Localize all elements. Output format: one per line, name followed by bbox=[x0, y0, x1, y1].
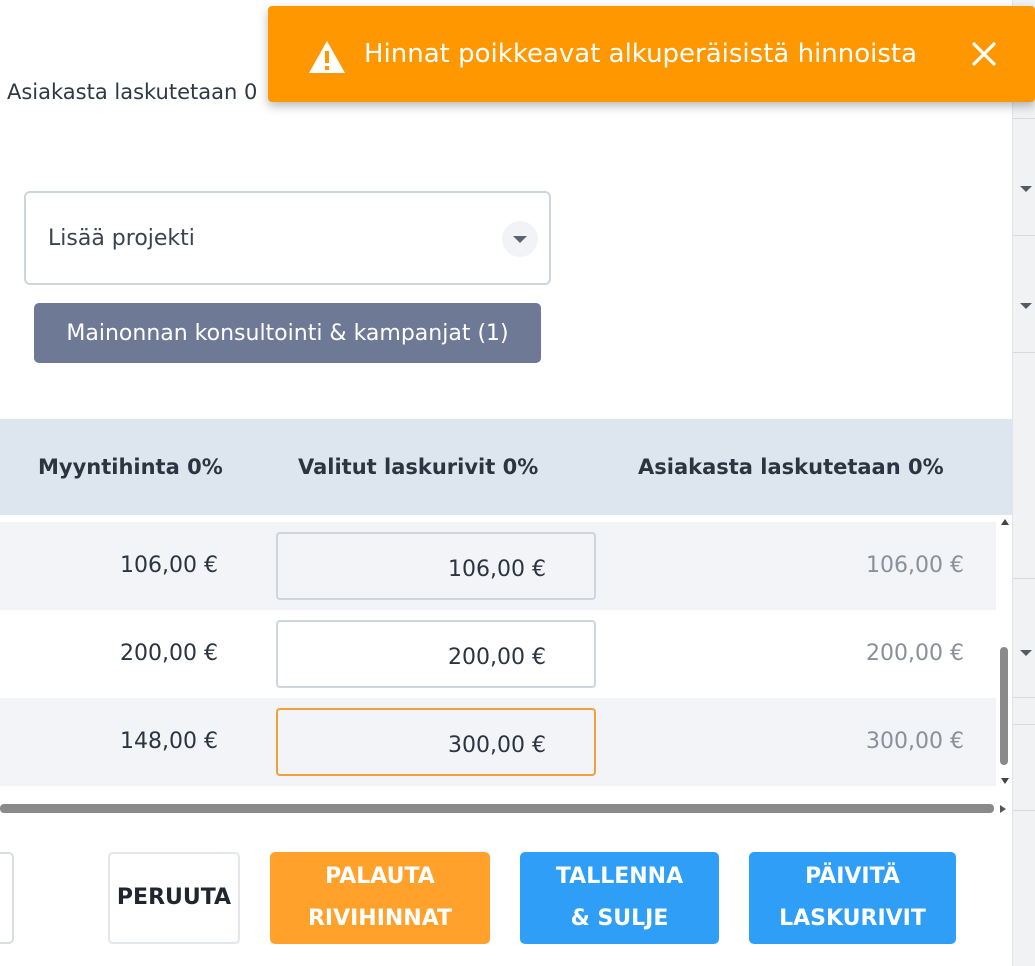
divider bbox=[1013, 724, 1035, 725]
vertical-scrollbar[interactable] bbox=[997, 515, 1012, 790]
cancel-button[interactable]: PERUUTA bbox=[108, 852, 240, 944]
scroll-down-arrow-icon[interactable] bbox=[1001, 778, 1009, 784]
chevron-down-icon[interactable] bbox=[1020, 650, 1032, 656]
project-chip[interactable]: Mainonnan konsultointi & kampanjat (1) bbox=[34, 303, 541, 363]
column-header-sale-price[interactable]: Myyntihinta 0% bbox=[38, 455, 223, 479]
divider bbox=[1013, 352, 1035, 353]
divider bbox=[1013, 810, 1035, 811]
background-page-edge bbox=[1012, 0, 1035, 966]
toast-message: Hinnat poikkeavat alkuperäisistä hinnois… bbox=[364, 39, 918, 69]
divider bbox=[1013, 235, 1035, 236]
divider bbox=[1013, 578, 1035, 579]
chevron-down-icon[interactable] bbox=[1020, 303, 1032, 309]
table-row: 106,00 € 106,00 € 106,00 € bbox=[0, 522, 996, 610]
chevron-down-icon[interactable] bbox=[1020, 186, 1032, 192]
table-header: Myyntihinta 0% Valitut laskurivit 0% Asi… bbox=[0, 419, 1012, 515]
selected-amount-value: 200,00 € bbox=[448, 645, 546, 670]
scroll-right-arrow-icon[interactable] bbox=[1000, 805, 1006, 813]
divider bbox=[1013, 697, 1035, 698]
selected-amount-input[interactable]: 300,00 € bbox=[276, 708, 596, 776]
invoice-summary-text: Asiakasta laskutetaan 0 bbox=[7, 80, 258, 104]
billed-amount-cell: 106,00 € bbox=[866, 553, 964, 578]
horizontal-scroll-thumb[interactable] bbox=[0, 804, 994, 813]
column-header-selected-rows[interactable]: Valitut laskurivit 0% bbox=[298, 455, 538, 479]
update-invoice-rows-button[interactable]: PÄIVITÄ LASKURIVIT bbox=[749, 852, 956, 944]
selected-amount-value: 106,00 € bbox=[448, 557, 546, 582]
horizontal-scrollbar[interactable] bbox=[0, 801, 1012, 816]
warning-toast: Hinnat poikkeavat alkuperäisistä hinnois… bbox=[268, 6, 1035, 102]
sale-price-cell: 106,00 € bbox=[120, 553, 218, 578]
selected-amount-input[interactable]: 200,00 € bbox=[276, 620, 596, 688]
table-row: 200,00 € 200,00 € 200,00 € bbox=[0, 610, 996, 698]
save-and-close-button[interactable]: TALLENNA & SULJE bbox=[520, 852, 719, 944]
chevron-down-icon[interactable] bbox=[502, 221, 538, 257]
sale-price-cell: 148,00 € bbox=[120, 729, 218, 754]
partial-button[interactable] bbox=[0, 852, 14, 944]
billed-amount-cell: 200,00 € bbox=[866, 641, 964, 666]
table-body: 106,00 € 106,00 € 106,00 € 200,00 € 200,… bbox=[0, 522, 996, 786]
vertical-scroll-thumb[interactable] bbox=[1000, 647, 1008, 765]
selected-amount-value: 300,00 € bbox=[448, 733, 546, 758]
divider bbox=[1013, 118, 1035, 119]
billed-amount-cell: 300,00 € bbox=[866, 729, 964, 754]
table-row: 148,00 € 300,00 € 300,00 € bbox=[0, 698, 996, 786]
scroll-up-arrow-icon[interactable] bbox=[1001, 519, 1009, 525]
add-project-select[interactable]: Lisää projekti bbox=[24, 191, 551, 285]
restore-row-prices-button[interactable]: PALAUTA RIVIHINNAT bbox=[270, 852, 490, 944]
sale-price-cell: 200,00 € bbox=[120, 641, 218, 666]
column-header-customer-billed[interactable]: Asiakasta laskutetaan 0% bbox=[638, 455, 944, 479]
selected-amount-input[interactable]: 106,00 € bbox=[276, 532, 596, 600]
warning-icon bbox=[309, 41, 345, 73]
close-icon[interactable] bbox=[968, 38, 1000, 70]
add-project-placeholder: Lisää projekti bbox=[48, 226, 195, 251]
